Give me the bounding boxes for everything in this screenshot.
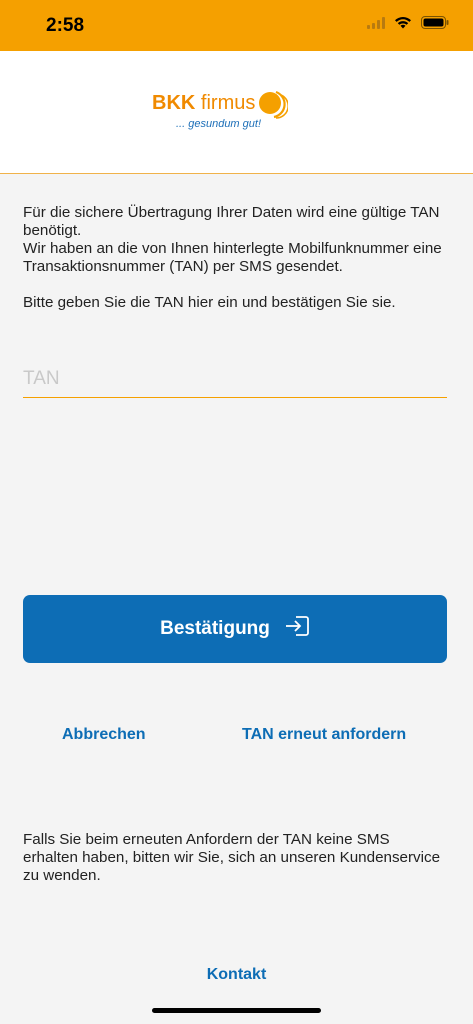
tan-screen: 2:58 BKK firmus ... gesundum gut! Für di… — [0, 0, 473, 1024]
logo-wordmark: BKK firmus — [152, 92, 256, 114]
status-icons — [367, 16, 449, 34]
logo-sun-icon — [259, 90, 288, 119]
confirm-button[interactable]: Bestätigung — [23, 595, 447, 663]
sms-help-note: Falls Sie beim erneuten Anfordern der TA… — [23, 831, 441, 884]
bkk-firmus-logo: BKK firmus ... gesundum gut! — [152, 88, 292, 138]
header: BKK firmus ... gesundum gut! — [0, 51, 473, 174]
signal-icon — [367, 16, 385, 34]
resend-tan-link[interactable]: TAN erneut anfordern — [242, 726, 406, 744]
home-indicator — [152, 1008, 321, 1013]
intro-line-2: Wir haben an die von Ihnen hinterlegte M… — [23, 240, 442, 275]
cancel-link[interactable]: Abbrechen — [62, 726, 146, 744]
intro-line-1: Für die sichere Übertragung Ihrer Daten … — [23, 204, 440, 239]
wifi-icon — [394, 16, 412, 34]
confirm-button-label: Bestätigung — [160, 618, 270, 639]
logo-slogan: ... gesundum gut! — [176, 118, 261, 130]
intro-text: Für die sichere Übertragung Ihrer Daten … — [23, 204, 453, 312]
contact-link[interactable]: Kontakt — [0, 966, 473, 984]
status-bar: 2:58 — [0, 0, 473, 51]
tan-input[interactable] — [23, 360, 447, 398]
status-time: 2:58 — [46, 15, 85, 36]
login-icon — [284, 615, 310, 643]
battery-icon — [421, 16, 449, 34]
intro-line-3: Bitte geben Sie die TAN hier ein und bes… — [23, 294, 396, 311]
